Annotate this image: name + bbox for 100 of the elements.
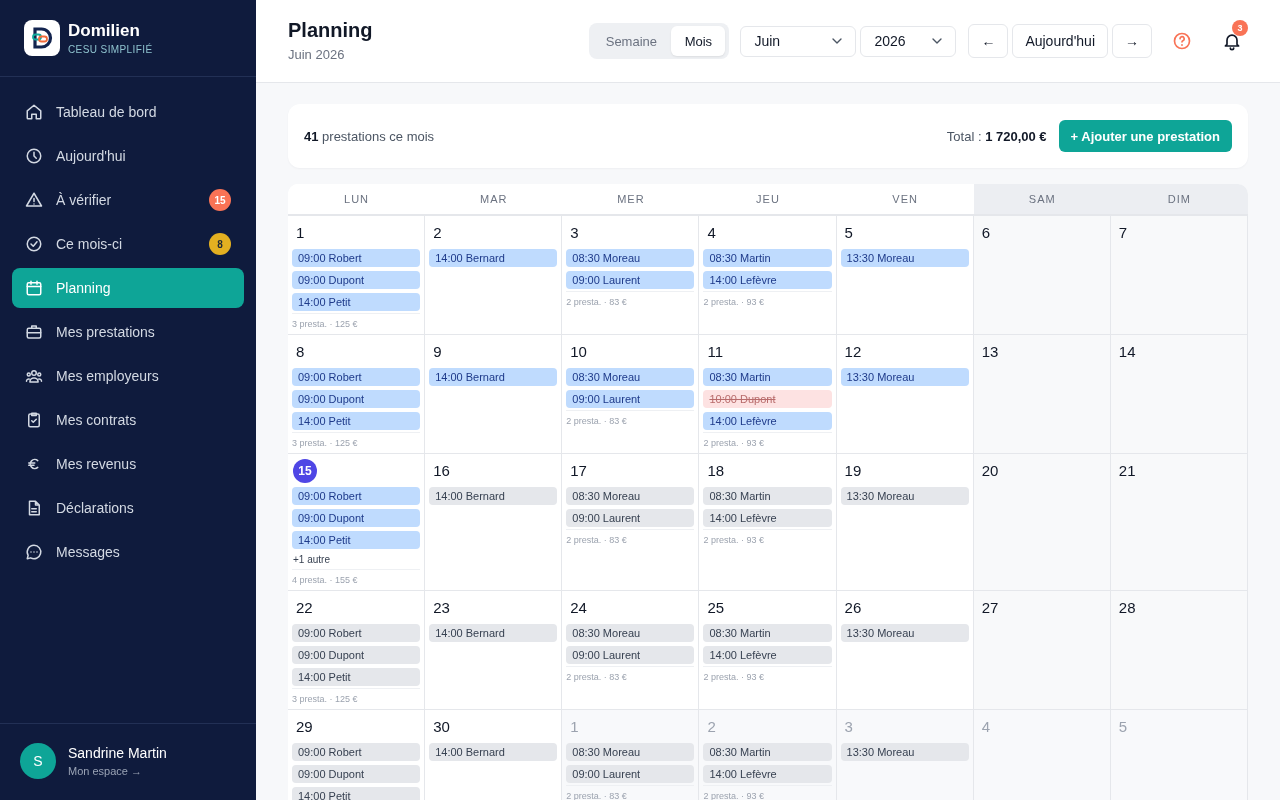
event-chip[interactable]: 14:00 Bernard — [429, 249, 558, 267]
event-chip[interactable]: 08:30 Moreau — [566, 743, 695, 761]
event-chip[interactable]: 09:00 Dupont — [292, 765, 421, 783]
day-number: 14 — [1117, 342, 1136, 362]
event-chip[interactable]: 14:00 Petit — [292, 293, 421, 311]
event-chip[interactable]: 09:00 Laurent — [566, 765, 695, 783]
event-chip[interactable]: 08:30 Moreau — [566, 249, 695, 267]
day-number: 19 — [843, 461, 862, 481]
day-summary: 3 presta. · 125 € — [292, 432, 421, 449]
user-name: Sandrine Martin — [68, 744, 167, 762]
day-number: 27 — [980, 598, 999, 618]
event-chip[interactable]: 14:00 Petit — [292, 787, 421, 800]
event-chip[interactable]: 13:30 Moreau — [840, 743, 969, 761]
event-chip[interactable]: 14:00 Bernard — [429, 487, 558, 505]
view-tab[interactable]: Mois — [671, 26, 726, 56]
event-chip[interactable]: 14:00 Petit — [292, 531, 421, 549]
event-chip[interactable]: 09:00 Robert — [292, 624, 421, 642]
nav-item[interactable]: À vérifier 15 — [12, 180, 244, 220]
event-chip[interactable]: 14:00 Lefèvre — [703, 765, 832, 783]
event-chip[interactable]: 14:00 Petit — [292, 412, 421, 430]
event-chip[interactable]: 08:30 Martin — [703, 743, 832, 761]
count-badge: 8 — [209, 233, 231, 255]
nav-item[interactable]: Déclarations — [12, 488, 244, 528]
event-chip[interactable]: 09:00 Robert — [292, 743, 421, 761]
event-chip[interactable]: 14:00 Bernard — [429, 624, 558, 642]
event-chip[interactable]: 09:00 Laurent — [566, 646, 695, 664]
event-chip[interactable]: 08:30 Martin — [703, 368, 832, 386]
nav-item[interactable]: Mes contrats — [12, 400, 244, 440]
event-chip[interactable]: 14:00 Lefèvre — [703, 646, 832, 664]
day-summary: 2 presta. · 93 € — [703, 666, 832, 683]
day-number: 5 — [843, 223, 853, 243]
event-chip[interactable]: 08:30 Moreau — [566, 368, 695, 386]
event-chip[interactable]: 09:00 Dupont — [292, 271, 421, 289]
day-number: 28 — [1117, 598, 1136, 618]
previous-button[interactable]: ← — [968, 24, 1009, 58]
event-chip[interactable]: 13:30 Moreau — [840, 249, 969, 267]
day-number: 17 — [569, 461, 587, 481]
view-tab[interactable]: Semaine — [593, 26, 670, 56]
day-number: 18 — [706, 461, 725, 481]
event-chip[interactable]: 09:00 Robert — [292, 368, 421, 386]
event-chip[interactable]: 08:30 Moreau — [566, 624, 695, 642]
nav-item[interactable]: Tableau de bord — [12, 92, 244, 132]
event-chip[interactable]: 09:00 Laurent — [566, 390, 695, 408]
event-chip[interactable]: 14:00 Bernard — [429, 743, 558, 761]
account-link[interactable]: Mon espace → — [68, 763, 167, 778]
event-chip[interactable]: 09:00 Robert — [292, 249, 421, 267]
day-number: 10 — [569, 342, 587, 362]
event-chip[interactable]: 13:30 Moreau — [840, 368, 969, 386]
day-summary: 2 presta. · 93 € — [703, 785, 832, 800]
more-link[interactable]: +1 autre — [292, 553, 421, 567]
day-number: 22 — [295, 598, 313, 618]
nav-item[interactable]: Aujourd'hui — [12, 136, 244, 176]
day-number: 15 — [293, 459, 317, 483]
event-chip[interactable]: 08:30 Martin — [703, 624, 832, 642]
day-number: 3 — [569, 223, 579, 243]
event-chip[interactable]: 09:00 Dupont — [292, 390, 421, 408]
day-summary: 2 presta. · 83 € — [566, 529, 695, 546]
month-select[interactable]: Juin — [740, 25, 857, 57]
today-button[interactable]: Aujourd'hui — [1012, 24, 1108, 58]
nav-item[interactable]: Messages — [12, 532, 244, 572]
event-chip[interactable]: 08:30 Martin — [703, 249, 832, 267]
day-summary: 2 presta. · 83 € — [566, 785, 695, 800]
day-number: 30 — [432, 717, 450, 737]
bell-icon[interactable] — [1222, 31, 1242, 51]
nav-item[interactable]: Ce mois-ci 8 — [12, 224, 244, 264]
event-chip[interactable]: 14:00 Lefèvre — [703, 271, 832, 289]
event-chip[interactable]: 09:00 Dupont — [292, 646, 421, 664]
nav-item[interactable]: Mes employeurs — [12, 356, 244, 396]
event-chip[interactable]: 09:00 Laurent — [566, 271, 695, 289]
event-chip[interactable]: 09:00 Robert — [292, 487, 421, 505]
brand-tagline: CESU SIMPLIFIÉ — [68, 43, 153, 56]
clock-icon — [25, 147, 43, 165]
event-chip[interactable]: 09:00 Dupont — [292, 509, 421, 527]
day-number: 24 — [569, 598, 587, 618]
event-chip[interactable]: 14:00 Lefèvre — [703, 412, 832, 430]
nav-item[interactable]: Mes prestations — [12, 312, 244, 352]
event-chip[interactable]: 08:30 Martin — [703, 487, 832, 505]
day-number: 7 — [1117, 223, 1128, 243]
event-chip[interactable]: 14:00 Petit — [292, 668, 421, 686]
nav-item[interactable]: Mes revenus — [12, 444, 244, 484]
chat-icon — [25, 543, 43, 561]
event-chip[interactable]: 13:30 Moreau — [840, 624, 969, 642]
event-chip[interactable]: 13:30 Moreau — [840, 487, 969, 505]
day-number: 4 — [706, 223, 716, 243]
users-icon — [25, 367, 43, 385]
event-chip[interactable]: 09:00 Laurent — [566, 509, 695, 527]
day-summary: 2 presta. · 83 € — [566, 291, 695, 308]
weekday-header: SAM — [973, 184, 1111, 214]
day-number: 20 — [980, 461, 999, 481]
event-chip[interactable]: 08:30 Moreau — [566, 487, 695, 505]
year-select[interactable]: 2026 — [860, 25, 957, 57]
clipboard-check-icon — [25, 411, 43, 429]
page-subtitle: Juin 2026 — [288, 46, 346, 63]
event-chip[interactable]: 14:00 Lefèvre — [703, 509, 832, 527]
day-number: 9 — [432, 342, 442, 362]
event-chip[interactable]: 14:00 Bernard — [429, 368, 558, 386]
day-number: 8 — [295, 342, 305, 362]
help-icon[interactable] — [1172, 31, 1192, 51]
next-button[interactable]: → — [1112, 24, 1152, 58]
day-summary: 2 presta. · 93 € — [703, 432, 832, 449]
